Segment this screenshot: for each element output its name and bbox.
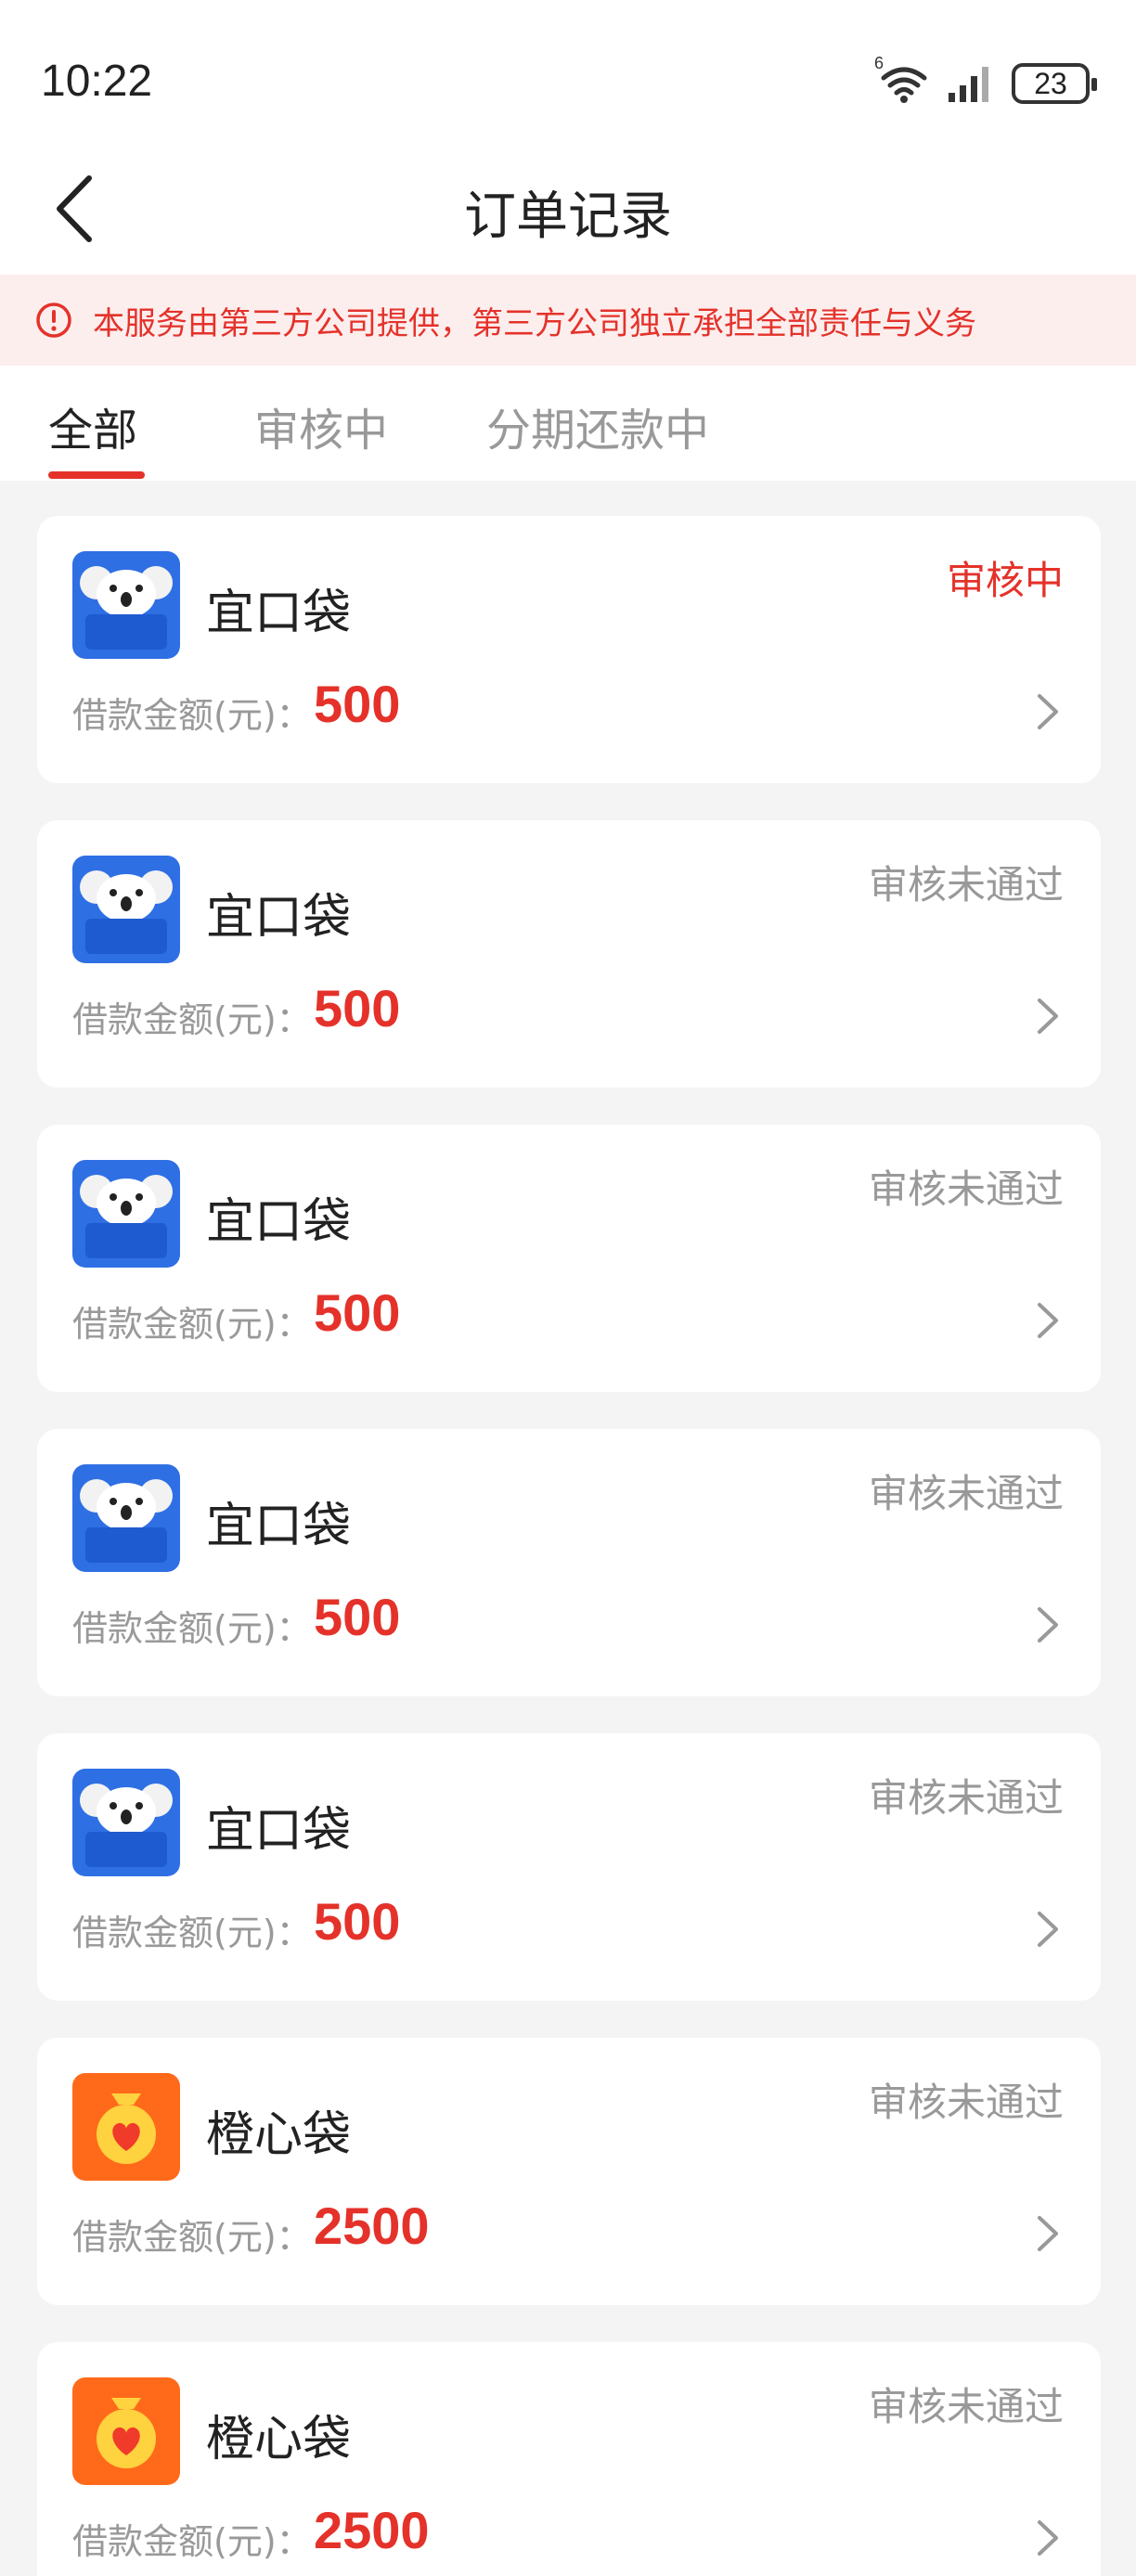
status-badge: 审核未通过 (868, 1471, 1064, 1516)
amount-label: 借款金额(元)： (72, 2521, 312, 2562)
page-title: 订单记录 (464, 187, 672, 247)
tab-all[interactable]: 全部 (48, 393, 137, 458)
amount-label: 借款金额(元)： (72, 695, 312, 736)
order-card[interactable]: 宜口袋 审核中 借款金额(元)： 500 (37, 516, 1101, 783)
amount-value: 500 (314, 1588, 401, 1646)
amount-value: 2500 (314, 2196, 430, 2255)
chevron-right-icon (1038, 1607, 1058, 1642)
amount-label: 借款金额(元)： (72, 2217, 312, 2258)
amount-value: 500 (314, 1892, 401, 1951)
amount-label: 借款金额(元)： (72, 1304, 312, 1345)
koala-logo (72, 1769, 180, 1876)
network-badge: 6 (874, 54, 884, 72)
koala-logo (72, 551, 180, 659)
order-filter-tabs: 全部 审核中 分期还款中 (0, 366, 1136, 481)
status-badge: 审核未通过 (868, 2384, 1064, 2429)
product-name: 橙心袋 (206, 2107, 352, 2163)
tab-under-review[interactable]: 审核中 (254, 393, 388, 458)
amount-value: 500 (314, 675, 401, 733)
chevron-right-icon (1038, 694, 1058, 729)
status-badge: 审核未通过 (868, 1166, 1064, 1212)
status-badge: 审核中 (946, 558, 1064, 603)
tab-installment-repayment[interactable]: 分期还款中 (486, 393, 709, 458)
status-icons: 6 23 (874, 54, 1097, 106)
money-bag-heart-logo (72, 2073, 180, 2181)
battery-icon: 23 (1012, 63, 1097, 104)
product-name: 宜口袋 (206, 1194, 352, 1250)
amount-label: 借款金额(元)： (72, 1913, 312, 1953)
koala-logo (72, 856, 180, 963)
product-name: 宜口袋 (206, 890, 352, 946)
chevron-right-icon (1038, 1912, 1058, 1947)
navigation-bar: 订单记录 (0, 148, 1136, 269)
disclaimer-banner: 本服务由第三方公司提供，第三方公司独立承担全部责任与义务 (0, 275, 1136, 366)
active-tab-indicator (48, 471, 145, 479)
amount-value: 2500 (314, 2501, 430, 2559)
product-name: 橙心袋 (206, 2412, 352, 2467)
product-name: 宜口袋 (206, 1499, 352, 1554)
koala-logo (72, 1160, 180, 1268)
battery-level: 23 (1034, 66, 1067, 100)
wifi-icon: 6 (874, 54, 930, 104)
order-card[interactable]: 宜口袋 审核未通过 借款金额(元)： 500 (37, 1429, 1101, 1696)
order-card[interactable]: 橙心袋 审核未通过 借款金额(元)： 2500 (37, 2038, 1101, 2305)
signal-icon (947, 65, 995, 102)
order-card[interactable]: 宜口袋 审核未通过 借款金额(元)： 500 (37, 1125, 1101, 1392)
product-name: 宜口袋 (206, 1803, 352, 1859)
money-bag-heart-logo (72, 2377, 180, 2485)
status-badge: 审核未通过 (868, 1775, 1064, 1821)
chevron-right-icon (1038, 1303, 1058, 1338)
status-badge: 审核未通过 (868, 862, 1064, 908)
product-name: 宜口袋 (206, 586, 352, 641)
status-time: 10:22 (41, 57, 153, 106)
amount-value: 500 (314, 1283, 401, 1342)
alert-circle-icon (36, 303, 71, 338)
chevron-right-icon (1038, 2216, 1058, 2251)
status-bar: 10:22 6 23 (0, 0, 1136, 167)
koala-logo (72, 1464, 180, 1572)
chevron-right-icon (1038, 2520, 1058, 2556)
amount-label: 借款金额(元)： (72, 1608, 312, 1649)
disclaimer-text: 本服务由第三方公司提供，第三方公司独立承担全部责任与义务 (93, 304, 976, 342)
amount-label: 借款金额(元)： (72, 999, 312, 1040)
amount-value: 500 (314, 979, 401, 1037)
order-card[interactable]: 宜口袋 审核未通过 借款金额(元)： 500 (37, 1733, 1101, 2001)
status-badge: 审核未通过 (868, 2080, 1064, 2125)
order-card[interactable]: 宜口袋 审核未通过 借款金额(元)： 500 (37, 820, 1101, 1088)
order-card[interactable]: 橙心袋 审核未通过 借款金额(元)： 2500 (37, 2342, 1101, 2576)
chevron-right-icon (1038, 998, 1058, 1034)
